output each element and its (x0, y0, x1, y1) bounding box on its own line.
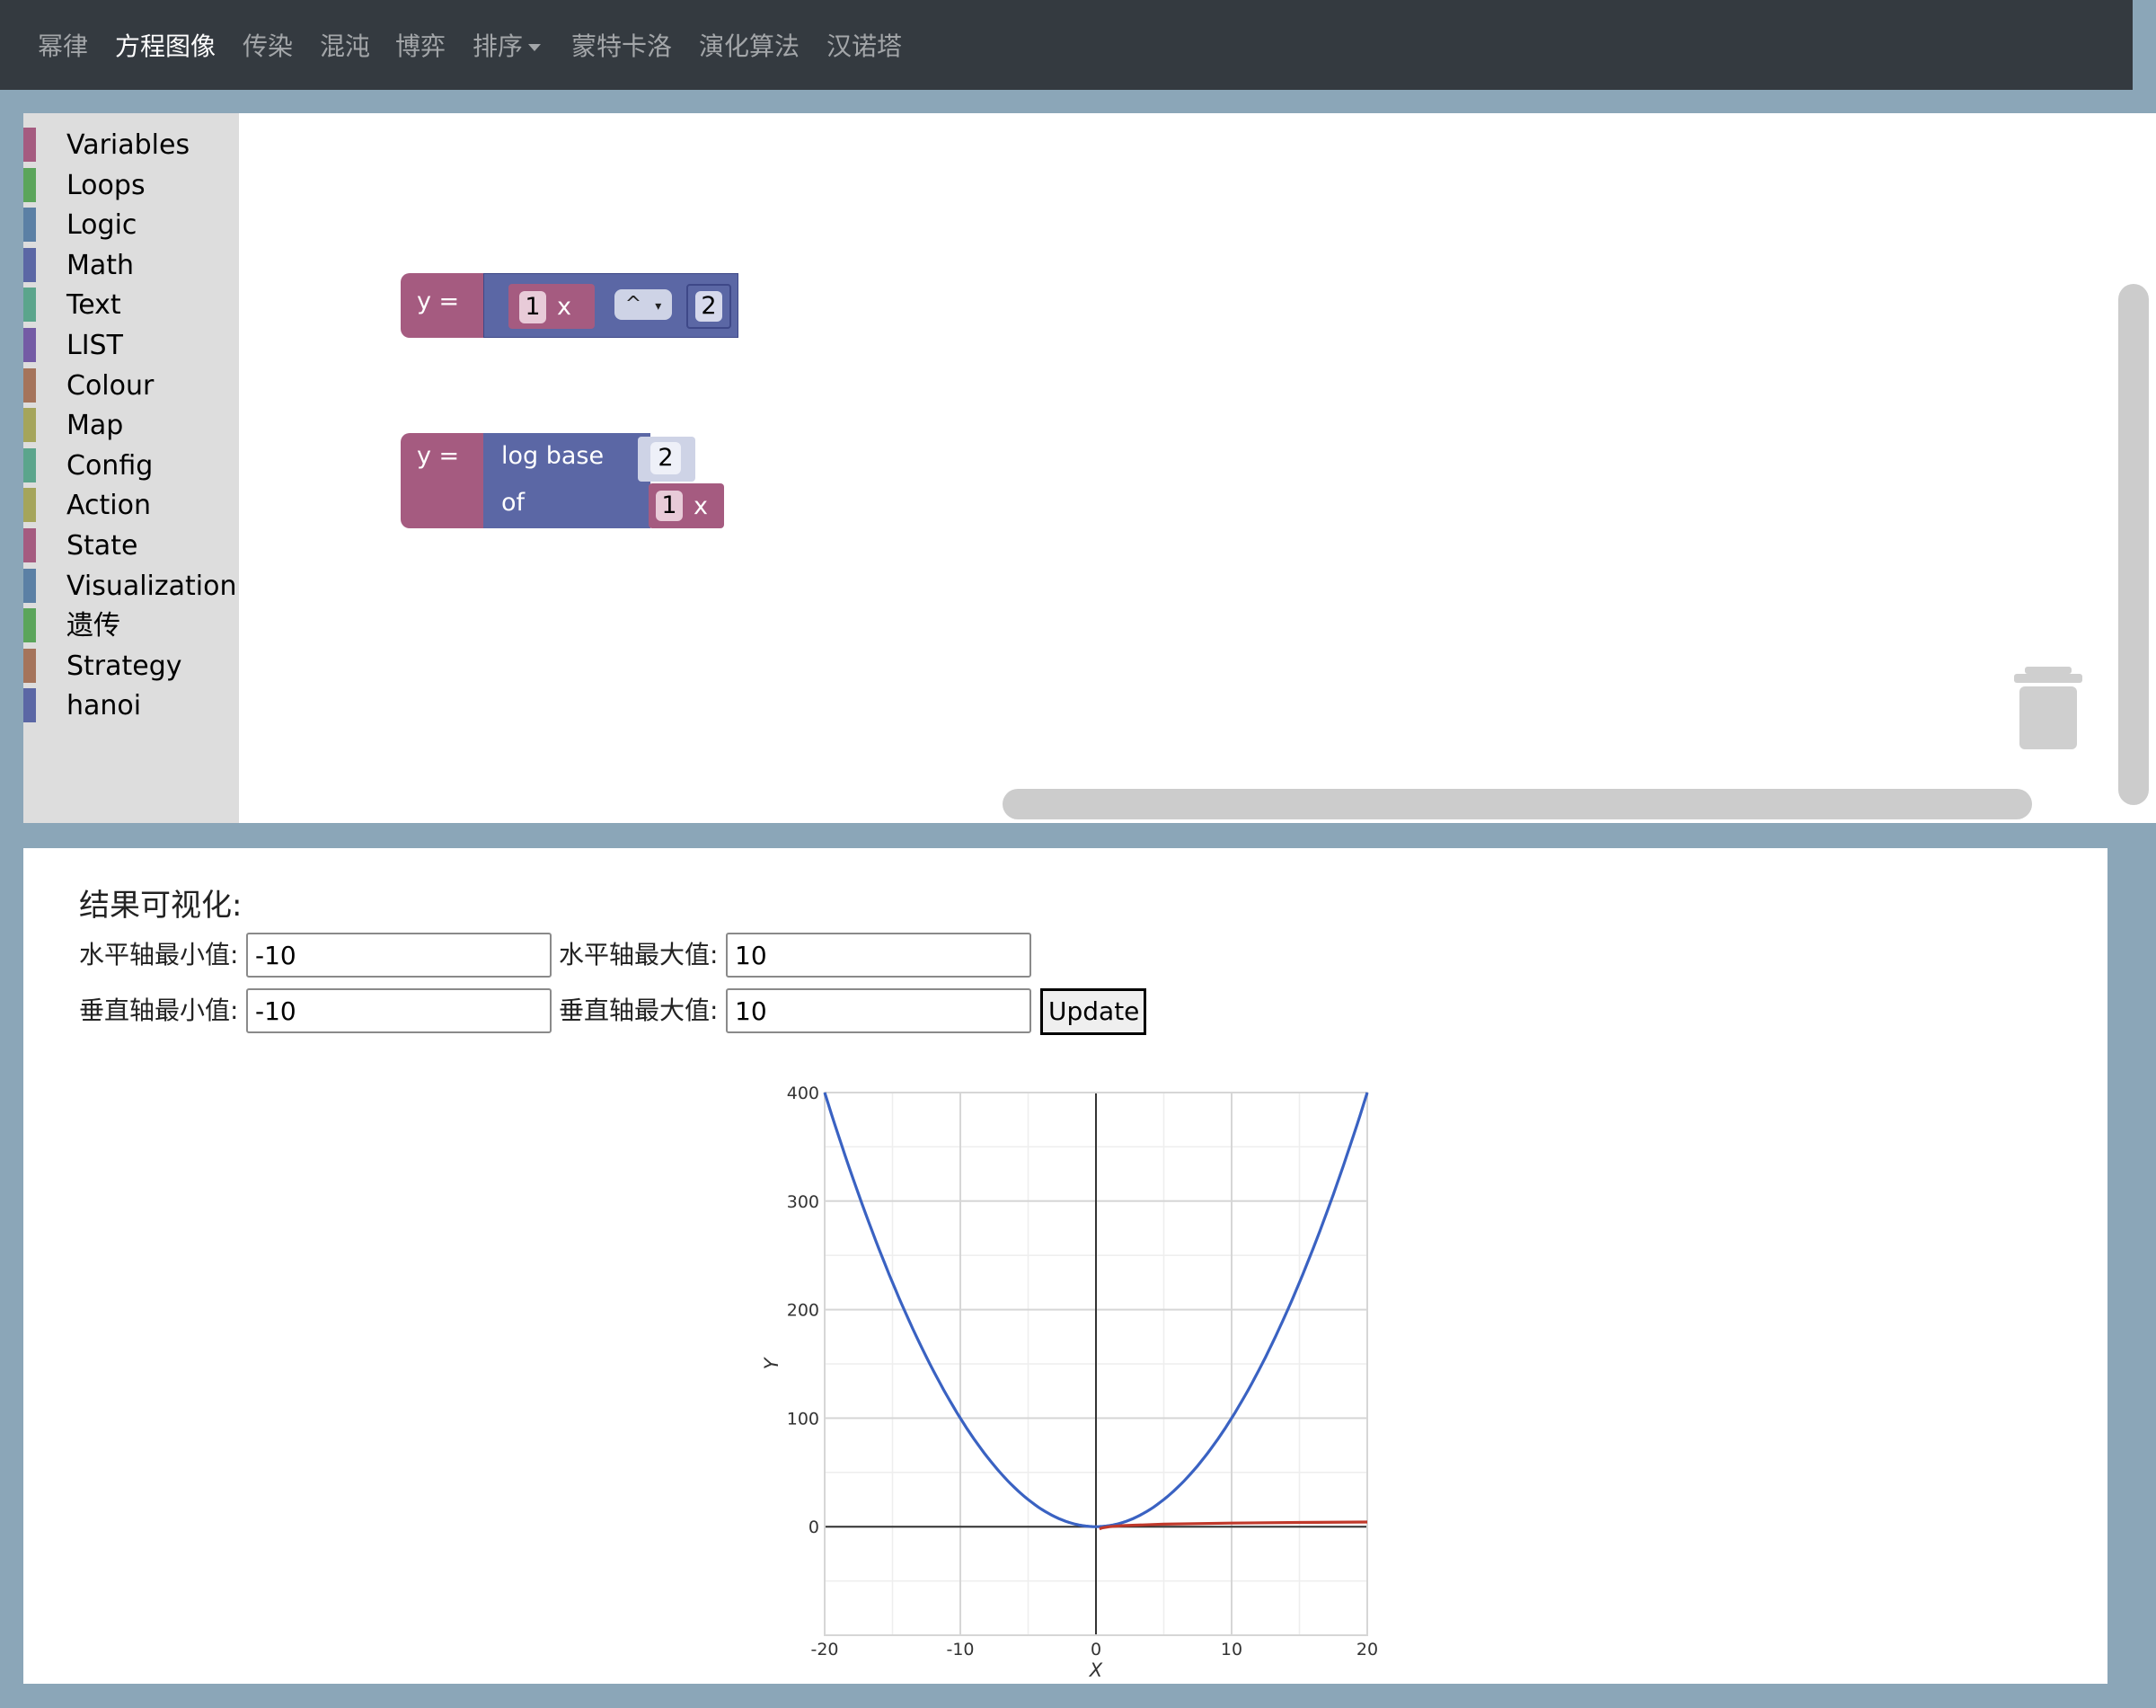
dropdown-caret-icon (528, 44, 542, 51)
x-tick-label: -20 (810, 1640, 838, 1659)
x-tick-label: 0 (1091, 1640, 1101, 1659)
category-label: Visualization (66, 570, 237, 602)
operator-dropdown[interactable]: ^ ▾ (614, 289, 672, 320)
toolbox-category-4[interactable]: Text (23, 286, 239, 323)
variable-x-label: x (557, 293, 571, 321)
category-label: Loops (66, 169, 146, 201)
blockly-toolbox: Variables Loops Logic Math Text LIST Colour Map… (23, 113, 239, 823)
workspace-horizontal-scrollbar[interactable] (1003, 789, 2032, 819)
category-color-swatch (23, 328, 36, 362)
category-color-swatch (23, 247, 36, 282)
y-tick-label: 300 (787, 1192, 819, 1212)
category-color-swatch (23, 528, 36, 562)
equation-chart: -20 -10 0 10 200100200300400XY (761, 1084, 1378, 1681)
category-label: LIST (66, 330, 123, 361)
y-tick-label: 400 (787, 1084, 819, 1103)
toolbox-category-8[interactable]: Config (23, 447, 239, 482)
exponent-field[interactable]: 2 (695, 291, 722, 322)
toolbox-category-5[interactable]: LIST (23, 326, 239, 362)
category-label: Text (66, 289, 121, 322)
category-color-swatch (23, 167, 36, 202)
nav-item-power-law[interactable]: 幂律 (38, 27, 88, 66)
nav-item-evolutionary-algorithm[interactable]: 演化算法 (699, 27, 800, 66)
number-block[interactable]: 2 (686, 284, 731, 329)
category-label: Math (66, 249, 135, 281)
toolbox-category-1[interactable]: Loops (23, 166, 239, 202)
category-color-swatch (23, 208, 36, 243)
toolbox-category-12[interactable]: 遗传 (23, 606, 239, 643)
top-navbar: 幂律 方程图像 传染 混沌 博弈 排序 蒙特卡洛 演化算法 汉诺塔 (0, 0, 2133, 90)
category-label: Config (66, 449, 154, 482)
category-color-swatch (23, 447, 36, 482)
nav-item-sorting-dropdown[interactable]: 排序 (473, 27, 542, 66)
toolbox-category-7[interactable]: Map (23, 406, 239, 443)
assign-y-label: y = (417, 288, 460, 315)
workspace-vertical-scrollbar[interactable] (2118, 284, 2149, 805)
variable-x-block-2[interactable]: 1 x (649, 483, 724, 528)
toolbox-category-2[interactable]: Logic (23, 206, 239, 243)
nav-item-hanoi-tower[interactable]: 汉诺塔 (826, 27, 902, 66)
toolbox-category-0[interactable]: Variables (23, 126, 239, 162)
y-tick-label: 100 (787, 1409, 819, 1429)
y-axis-label: Y (761, 1356, 782, 1369)
category-color-swatch (23, 128, 36, 162)
category-color-swatch (23, 568, 36, 603)
category-label: hanoi (66, 690, 142, 722)
coefficient-field-2[interactable]: 1 (656, 491, 683, 521)
nav-item-equation-graph[interactable]: 方程图像 (115, 27, 216, 66)
y-tick-label: 200 (787, 1301, 819, 1321)
toolbox-category-10[interactable]: State (23, 527, 239, 562)
toolbox-category-6[interactable]: Colour (23, 367, 239, 403)
y-tick-label: 0 (808, 1518, 819, 1537)
category-label: Colour (66, 369, 155, 402)
toolbox-category-9[interactable]: Action (23, 486, 239, 523)
category-color-swatch (23, 367, 36, 403)
math-log-block[interactable]: log base of (483, 433, 650, 528)
result-visualization-panel: 结果可视化: 水平轴最小值: 水平轴最大值: 垂直轴最小值: 垂直轴最大值: U… (23, 848, 2107, 1684)
log-base-number-block[interactable]: 2 (638, 437, 695, 482)
category-color-swatch (23, 688, 36, 723)
assign-y-block-2[interactable]: y = (401, 433, 490, 528)
category-label: Logic (66, 209, 137, 242)
nav-item-monte-carlo[interactable]: 蒙特卡洛 (571, 27, 672, 66)
category-color-swatch (23, 608, 36, 643)
assign-y-block[interactable]: y = (401, 273, 490, 338)
toolbox-category-3[interactable]: Math (23, 246, 239, 282)
blockly-workspace[interactable]: Variables Loops Logic Math Text LIST Colour Map… (23, 113, 2156, 823)
category-label: Strategy (66, 650, 182, 682)
toolbox-category-14[interactable]: hanoi (23, 686, 239, 723)
category-color-swatch (23, 288, 36, 323)
category-color-swatch (23, 648, 36, 683)
nav-item-contagion[interactable]: 传染 (243, 27, 293, 66)
coefficient-field[interactable]: 1 (519, 291, 546, 323)
x-tick-label: -10 (946, 1640, 974, 1659)
category-label: Variables (66, 129, 190, 161)
nav-item-chaos[interactable]: 混沌 (320, 27, 370, 66)
series-line-1 (1099, 1520, 1368, 1531)
x-axis-label: X (1089, 1659, 1103, 1681)
category-label: Action (66, 490, 151, 522)
of-label: of (501, 489, 526, 517)
category-label: 遗传 (66, 610, 120, 642)
x-tick-label: 20 (1356, 1640, 1378, 1659)
log-base-field[interactable]: 2 (650, 442, 681, 474)
dropdown-arrow-icon: ▾ (655, 299, 662, 314)
log-base-label: log base (501, 442, 605, 470)
category-label: State (66, 530, 138, 562)
variable-x-label-2: x (694, 492, 708, 520)
toolbox-category-11[interactable]: Visualization (23, 567, 239, 603)
operator-label: ^ (624, 293, 642, 315)
category-label: Map (66, 410, 124, 442)
nav-item-game-theory[interactable]: 博弈 (395, 27, 446, 66)
x-tick-label: 10 (1221, 1640, 1242, 1659)
assign-y-label-2: y = (417, 442, 460, 470)
trash-icon[interactable] (2012, 665, 2084, 751)
category-color-swatch (23, 488, 36, 523)
category-color-swatch (23, 408, 36, 443)
variable-x-block[interactable]: 1 x (508, 284, 595, 329)
toolbox-category-13[interactable]: Strategy (23, 647, 239, 683)
